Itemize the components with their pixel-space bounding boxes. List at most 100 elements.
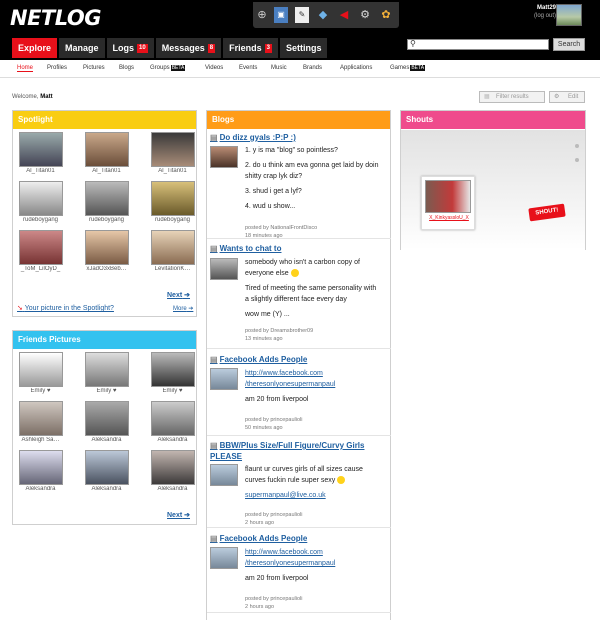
tab-friends[interactable]: Friends 3 — [223, 38, 278, 58]
blog-post-title[interactable]: ▤ Facebook Adds People — [210, 354, 307, 365]
friend-picture-caption[interactable]: Aleksandra — [149, 437, 196, 443]
friend-picture-caption[interactable]: Emily ♥ — [149, 388, 196, 394]
friend-photo[interactable] — [18, 352, 63, 387]
username-link[interactable]: Matt29 — [530, 4, 556, 12]
shout-card[interactable]: X_KinkyassloU_X — [421, 176, 475, 230]
spotlight-caption[interactable]: _ToM_LilOyD_ — [17, 266, 64, 272]
tab-messages[interactable]: Messages 8 — [155, 38, 222, 58]
spotlight-item[interactable]: Al_Titan01 — [17, 132, 64, 174]
friend-picture-caption[interactable]: Aleksandra — [149, 486, 196, 492]
friend-photo[interactable] — [18, 401, 63, 436]
friend-picture-item[interactable]: Emily ♥ — [17, 352, 64, 394]
subnav-home[interactable]: Home — [17, 65, 34, 72]
blog-post-author[interactable]: posted by princepaulioli — [245, 416, 302, 424]
spotlight-caption[interactable]: xJadO3xBeb… — [83, 266, 130, 272]
shout-icon[interactable]: ◀ — [337, 7, 351, 23]
friends-pictures-next-link[interactable]: Next ➔ — [167, 511, 190, 519]
facebook-link[interactable]: http://www.facebook.com — [245, 547, 391, 558]
friend-picture-item[interactable]: Aleksandra — [149, 450, 196, 492]
friend-picture-caption[interactable]: Aleksandra — [83, 437, 130, 443]
subnav-events[interactable]: Events — [239, 65, 257, 71]
friend-picture-item[interactable]: Aleksandra — [17, 450, 64, 492]
friend-photo[interactable] — [84, 450, 129, 485]
blog-post-title[interactable]: ▤ Facebook Adds People — [210, 533, 307, 544]
spotlight-photo[interactable] — [84, 181, 129, 216]
spotlight-item[interactable]: _ToM_LilOyD_ — [17, 230, 64, 272]
shouts-nav-dot[interactable] — [575, 144, 579, 148]
friend-picture-caption[interactable]: Emily ♥ — [17, 388, 64, 394]
blog-post-title[interactable]: ▤ Wants to chat to — [210, 243, 281, 254]
blog-post-author[interactable]: posted by Dreamsbrother09 — [245, 327, 313, 335]
blog-author-avatar[interactable] — [210, 464, 238, 486]
share-icon[interactable]: ◆ — [316, 7, 330, 23]
email-link[interactable]: supermanpaul@live.co.uk — [245, 490, 391, 501]
add-icon[interactable]: ⊕ — [255, 7, 269, 23]
friend-picture-caption[interactable]: Aleksandra — [83, 486, 130, 492]
spotlight-item[interactable]: LevitationK… — [149, 230, 196, 272]
blog-author-avatar[interactable] — [210, 258, 238, 280]
friend-picture-caption[interactable]: Aleksandra — [17, 486, 64, 492]
search-button[interactable]: Search — [553, 38, 585, 51]
friend-picture-item[interactable]: Aleksandra — [149, 401, 196, 443]
gear-icon[interactable]: ⚙ — [358, 7, 372, 23]
spotlight-item[interactable]: rudeboygang — [149, 181, 196, 223]
spotlight-item[interactable]: xJadO3xBeb… — [83, 230, 130, 272]
spotlight-more-link[interactable]: More ➔ — [173, 305, 193, 312]
friend-photo[interactable] — [84, 352, 129, 387]
spotlight-caption[interactable]: Al_Titan01 — [17, 168, 64, 174]
facebook-link[interactable]: http://www.facebook.com — [245, 368, 391, 379]
search-input[interactable]: ⚲ — [407, 39, 549, 50]
subnav-profiles[interactable]: Profiles — [47, 65, 67, 71]
friend-picture-item[interactable]: Aleksandra — [83, 401, 130, 443]
filter-results-button[interactable]: ▦ Filter results — [479, 91, 545, 103]
logout-link[interactable]: (log out) — [530, 12, 556, 20]
blog-post-title[interactable]: ▤ BBW/Plus Size/Full Figure/Curvy Girls P… — [210, 440, 385, 462]
blog-author-avatar[interactable] — [210, 146, 238, 168]
blog-icon[interactable]: ✎ — [295, 7, 309, 23]
shouts-nav-dot[interactable] — [575, 158, 579, 162]
spotlight-caption[interactable]: rudeboygang — [17, 217, 64, 223]
friend-picture-item[interactable]: Emily ♥ — [149, 352, 196, 394]
spotlight-caption[interactable]: rudeboygang — [83, 217, 130, 223]
edit-button[interactable]: ⚙ Edit — [549, 91, 585, 103]
blog-post-author[interactable]: posted by princepaulioli — [245, 595, 302, 603]
subnav-videos[interactable]: Videos — [205, 65, 223, 71]
shout-user-photo[interactable] — [425, 180, 471, 213]
friend-photo[interactable] — [84, 401, 129, 436]
friend-photo[interactable] — [150, 352, 195, 387]
user-avatar[interactable] — [556, 4, 582, 26]
spotlight-photo[interactable] — [18, 230, 63, 265]
spotlight-photo[interactable] — [150, 181, 195, 216]
tab-settings[interactable]: Settings — [279, 38, 328, 58]
netlog-logo[interactable]: NETLOG — [10, 6, 101, 30]
blog-post-title[interactable]: ▤ Do dizz gyals :P:P :) — [210, 132, 296, 143]
friend-picture-item[interactable]: Emily ♥ — [83, 352, 130, 394]
tab-logs[interactable]: Logs 10 — [106, 38, 154, 58]
friends-icon[interactable]: ✿ — [379, 7, 393, 23]
spotlight-photo[interactable] — [84, 230, 129, 265]
facebook-link[interactable]: /theresonlyonesupermanpaul — [245, 379, 391, 390]
tab-manage[interactable]: Manage — [59, 38, 105, 58]
spotlight-item[interactable]: Al_Titan01 — [149, 132, 196, 174]
blog-author-avatar[interactable] — [210, 547, 238, 569]
subnav-brands[interactable]: Brands — [303, 65, 322, 71]
tab-explore[interactable]: Explore — [12, 38, 58, 58]
friend-picture-item[interactable]: Aleksandra — [83, 450, 130, 492]
friend-photo[interactable] — [150, 401, 195, 436]
friend-photo[interactable] — [18, 450, 63, 485]
subnav-music[interactable]: Music — [271, 65, 287, 71]
subnav-blogs[interactable]: Blogs — [119, 65, 134, 71]
profile-picture-icon[interactable]: ▣ — [274, 7, 288, 23]
subnav-games[interactable]: Games BETA — [390, 65, 426, 71]
friend-picture-caption[interactable]: Ashleigh Sa… — [17, 437, 64, 443]
spotlight-photo[interactable] — [18, 132, 63, 167]
shout-user-name[interactable]: X_KinkyassloU_X — [422, 215, 476, 221]
spotlight-next-link[interactable]: Next ➔ — [167, 291, 190, 299]
spotlight-caption[interactable]: LevitationK… — [149, 266, 196, 272]
spotlight-item[interactable]: rudeboygang — [17, 181, 64, 223]
spotlight-caption[interactable]: Al_Titan01 — [83, 168, 130, 174]
blog-author-avatar[interactable] — [210, 368, 238, 390]
spotlight-photo[interactable] — [84, 132, 129, 167]
friend-picture-caption[interactable]: Emily ♥ — [83, 388, 130, 394]
spotlight-photo[interactable] — [18, 181, 63, 216]
